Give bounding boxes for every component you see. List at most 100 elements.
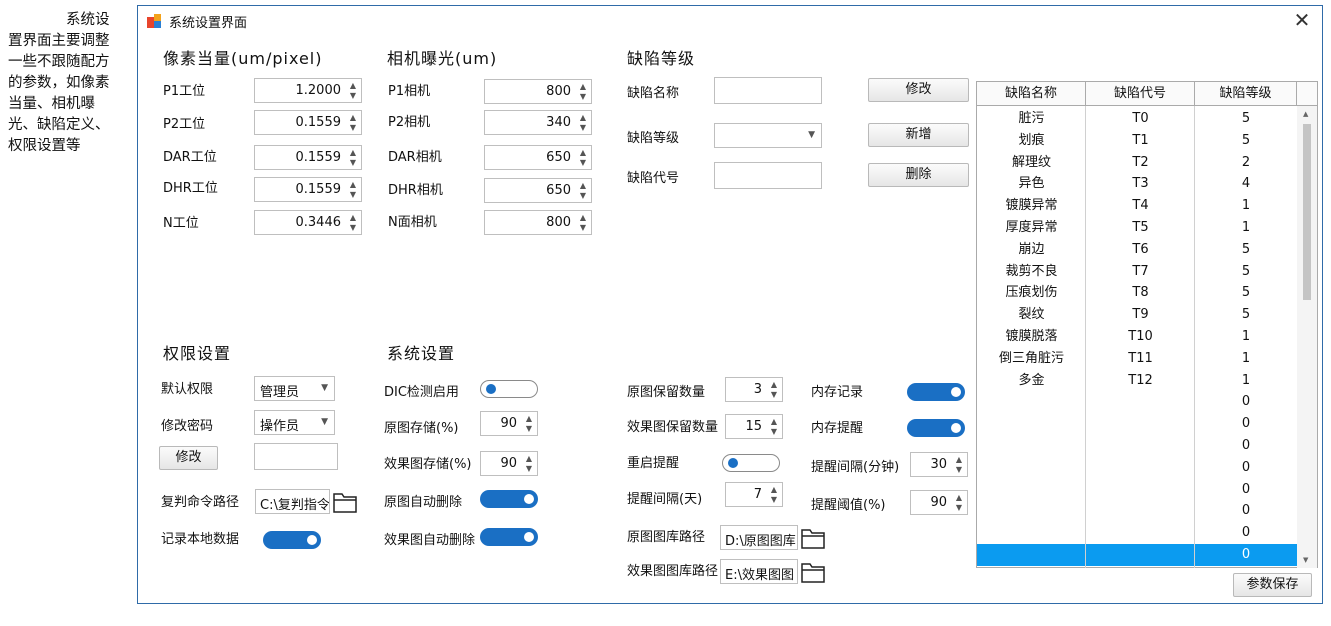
table-cell[interactable]: T0 — [1086, 108, 1195, 130]
camera-spin-dhr[interactable]: 650 ▲ ▼ — [484, 178, 592, 203]
table-cell[interactable]: T6 — [1086, 239, 1195, 261]
table-cell[interactable]: 5 — [1195, 239, 1297, 261]
col-header-name[interactable]: 缺陷名称 — [977, 82, 1086, 106]
table-cell[interactable]: 脏污 — [977, 108, 1086, 130]
table-cell[interactable]: 5 — [1195, 261, 1297, 283]
table-cell[interactable] — [1086, 500, 1195, 522]
table-cell[interactable]: 5 — [1195, 282, 1297, 304]
table-cell[interactable] — [977, 522, 1086, 544]
close-button[interactable]: ✕ — [1290, 8, 1314, 32]
spin-arrows-icon[interactable]: ▲ ▼ — [954, 455, 964, 475]
interval-day-spin[interactable]: 7 ▲ ▼ — [725, 482, 783, 507]
restart-toggle[interactable] — [722, 454, 780, 472]
table-cell[interactable]: 5 — [1195, 304, 1297, 326]
table-cell[interactable]: 5 — [1195, 108, 1297, 130]
defect-code-input[interactable] — [714, 162, 822, 189]
pixel-spin-p1[interactable]: 1.2000 ▲ ▼ — [254, 78, 362, 103]
table-cell[interactable]: T4 — [1086, 195, 1195, 217]
table-cell[interactable]: T1 — [1086, 130, 1195, 152]
table-cell[interactable] — [977, 413, 1086, 435]
defect-name-input[interactable] — [714, 77, 822, 104]
table-cell[interactable] — [1086, 522, 1195, 544]
table-cell[interactable] — [977, 391, 1086, 413]
defect-table[interactable]: 缺陷名称 缺陷代号 缺陷等级 脏污 T0 5 划痕 T1 5 解理纹 T2 2 异色 T3 4 镀膜异常… — [976, 81, 1318, 568]
spin-arrows-icon[interactable]: ▲ ▼ — [769, 485, 779, 505]
table-cell[interactable]: 多金 — [977, 370, 1086, 392]
table-cell[interactable]: T9 — [1086, 304, 1195, 326]
pixel-spin-dhr[interactable]: 0.1559 ▲ ▼ — [254, 177, 362, 202]
raw-keep-spin[interactable]: 3 ▲ ▼ — [725, 377, 783, 402]
defect-add-button[interactable]: 新增 — [868, 123, 969, 147]
col-header-code[interactable]: 缺陷代号 — [1086, 82, 1195, 106]
defect-level-select[interactable]: ▼ — [714, 123, 822, 148]
spin-arrows-icon[interactable]: ▲ ▼ — [578, 148, 588, 168]
raw-del-toggle[interactable] — [480, 490, 538, 508]
default-perm-select[interactable]: 管理员 ▼ — [254, 376, 335, 401]
spin-arrows-icon[interactable]: ▲ ▼ — [348, 213, 358, 233]
table-cell[interactable] — [1086, 544, 1195, 566]
table-cell[interactable]: 厚度异常 — [977, 217, 1086, 239]
table-cell[interactable]: 1 — [1195, 217, 1297, 239]
table-cell[interactable] — [1086, 457, 1195, 479]
table-cell[interactable]: 0 — [1195, 479, 1297, 501]
table-cell[interactable]: T11 — [1086, 348, 1195, 370]
scroll-up-icon[interactable]: ▲ — [1303, 110, 1308, 118]
spin-arrows-icon[interactable]: ▲ ▼ — [348, 81, 358, 101]
table-cell[interactable]: 0 — [1195, 500, 1297, 522]
mem-warn-toggle[interactable] — [907, 419, 965, 437]
table-cell[interactable]: 0 — [1195, 544, 1297, 566]
eff-store-spin[interactable]: 90 ▲ ▼ — [480, 451, 538, 476]
defect-delete-button[interactable]: 删除 — [868, 163, 969, 187]
eff-keep-spin[interactable]: 15 ▲ ▼ — [725, 414, 783, 439]
table-cell[interactable]: T10 — [1086, 326, 1195, 348]
table-cell[interactable]: 划痕 — [977, 130, 1086, 152]
pwd-role-select[interactable]: 操作员 ▼ — [254, 410, 335, 435]
table-cell[interactable] — [977, 544, 1086, 566]
spin-arrows-icon[interactable]: ▲ ▼ — [348, 148, 358, 168]
table-cell[interactable] — [977, 435, 1086, 457]
table-cell[interactable] — [977, 500, 1086, 522]
table-cell[interactable]: 5 — [1195, 130, 1297, 152]
table-cell[interactable]: 倒三角脏污 — [977, 348, 1086, 370]
table-cell[interactable]: 镀膜异常 — [977, 195, 1086, 217]
table-cell[interactable] — [1086, 413, 1195, 435]
camera-spin-p1[interactable]: 800 ▲ ▼ — [484, 79, 592, 104]
password-input[interactable] — [254, 443, 338, 470]
spin-arrows-icon[interactable]: ▲ ▼ — [348, 180, 358, 200]
eff-del-toggle[interactable] — [480, 528, 538, 546]
table-cell[interactable]: 1 — [1195, 348, 1297, 370]
folder-icon[interactable] — [801, 527, 825, 549]
table-cell[interactable]: 异色 — [977, 173, 1086, 195]
table-cell[interactable]: 1 — [1195, 195, 1297, 217]
table-cell[interactable]: 崩边 — [977, 239, 1086, 261]
table-cell[interactable]: 0 — [1195, 391, 1297, 413]
table-cell[interactable]: 解理纹 — [977, 152, 1086, 174]
spin-arrows-icon[interactable]: ▲ ▼ — [348, 113, 358, 133]
spin-arrows-icon[interactable]: ▲ ▼ — [769, 417, 779, 437]
spin-arrows-icon[interactable]: ▲ ▼ — [769, 380, 779, 400]
spin-arrows-icon[interactable]: ▲ ▼ — [578, 82, 588, 102]
table-cell[interactable] — [1086, 391, 1195, 413]
folder-icon[interactable] — [333, 491, 357, 513]
table-cell[interactable]: T8 — [1086, 282, 1195, 304]
table-cell[interactable] — [1086, 479, 1195, 501]
table-cell[interactable]: T7 — [1086, 261, 1195, 283]
raw-lib-field[interactable]: D:\原图图库 — [720, 525, 798, 550]
table-cell[interactable] — [977, 457, 1086, 479]
table-cell[interactable]: T5 — [1086, 217, 1195, 239]
mem-rec-toggle[interactable] — [907, 383, 965, 401]
table-cell[interactable]: 镀膜脱落 — [977, 326, 1086, 348]
raw-store-spin[interactable]: 90 ▲ ▼ — [480, 411, 538, 436]
scrollbar-thumb[interactable] — [1303, 124, 1311, 300]
threshold-spin[interactable]: 90 ▲ ▼ — [910, 490, 968, 515]
table-cell[interactable]: 0 — [1195, 413, 1297, 435]
table-cell[interactable]: 1 — [1195, 326, 1297, 348]
spin-arrows-icon[interactable]: ▲ ▼ — [524, 454, 534, 474]
defect-modify-button[interactable]: 修改 — [868, 78, 969, 102]
pixel-spin-n[interactable]: 0.3446 ▲ ▼ — [254, 210, 362, 235]
pixel-spin-dar[interactable]: 0.1559 ▲ ▼ — [254, 145, 362, 170]
scroll-down-icon[interactable]: ▼ — [1303, 556, 1308, 564]
table-cell[interactable]: 0 — [1195, 457, 1297, 479]
col-header-level[interactable]: 缺陷等级 — [1195, 82, 1297, 106]
table-cell[interactable]: 0 — [1195, 522, 1297, 544]
